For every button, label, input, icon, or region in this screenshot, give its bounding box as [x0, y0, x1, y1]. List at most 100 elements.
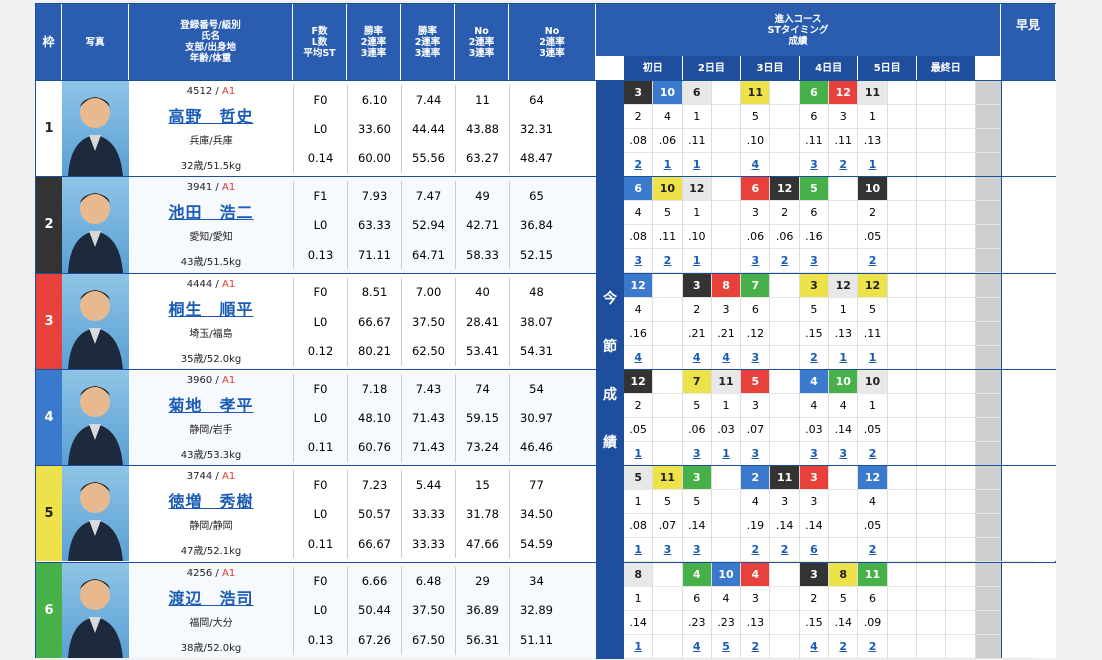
st-timing: .10	[682, 225, 712, 250]
result-link[interactable]: 3	[741, 249, 771, 274]
stat-value: 52.15	[520, 247, 553, 262]
result-link[interactable]: 1	[711, 441, 742, 466]
result-link[interactable]: 1	[624, 441, 654, 466]
racer-reg-sep: /	[212, 86, 222, 97]
header-boat: No 2連率 3連率	[509, 4, 596, 80]
course-badge	[916, 466, 947, 491]
result-link[interactable]: 2	[741, 634, 771, 659]
result-link[interactable]: 2	[858, 249, 888, 274]
course-number	[653, 393, 683, 418]
stat-value: 50.44	[358, 603, 391, 618]
result-link[interactable]: 4	[624, 345, 654, 370]
result-link[interactable]: 1	[829, 345, 859, 370]
result-link[interactable]: 3	[741, 441, 771, 466]
racer-name-link[interactable]: 菊地 孝平	[168, 397, 253, 413]
result-link[interactable]: 2	[741, 538, 771, 563]
result-link[interactable]: 2	[829, 634, 859, 659]
day-tab[interactable]: 最終日	[917, 56, 976, 80]
st-timing: .16	[624, 321, 654, 346]
result-link[interactable]: 1	[624, 634, 654, 659]
racer-photo[interactable]	[62, 562, 129, 658]
result-link[interactable]: 3	[682, 441, 712, 466]
header-course: 進入コース STタイミング 成績	[596, 4, 1001, 56]
result-link[interactable]: 2	[858, 634, 888, 659]
racer-reg-number: 3744	[186, 471, 213, 483]
racer-reg-number: 3960	[186, 374, 213, 386]
result-link[interactable]: 1	[858, 345, 888, 370]
result-link[interactable]: 3	[799, 249, 830, 274]
racer-photo[interactable]	[62, 273, 129, 369]
st-timing	[887, 225, 917, 250]
result-link[interactable]: 2	[858, 538, 888, 563]
day-tab[interactable]: 4日目	[799, 56, 859, 80]
result-link	[711, 249, 742, 274]
racer-name-link[interactable]: 池田 浩二	[168, 205, 253, 221]
result-link[interactable]: 3	[624, 249, 654, 274]
racer-reg-number: 4444	[186, 278, 213, 290]
racer-name-link[interactable]: 桐生 順平	[168, 301, 253, 317]
result-link[interactable]: 2	[770, 538, 800, 563]
racer-photo[interactable]	[62, 177, 129, 273]
result-link[interactable]: 1	[624, 538, 654, 563]
course-number: 1	[682, 201, 712, 226]
racer-age-weight: 47歳/52.1kg	[180, 546, 242, 558]
racer-name-link[interactable]: 高野 哲史	[168, 109, 253, 125]
racer-national-rates: 6.10 33.60 60.00	[347, 85, 401, 173]
result-link[interactable]: 2	[829, 153, 859, 177]
racer-local-rates: 5.44 33.33 33.33	[401, 470, 455, 559]
st-timing: .11	[682, 129, 712, 153]
course-number: 3	[770, 490, 800, 515]
result-link[interactable]: 4	[682, 345, 712, 370]
result-link[interactable]: 1	[682, 249, 712, 274]
course-badge: 6	[624, 177, 654, 202]
racer-name-link[interactable]: 徳増 秀樹	[168, 494, 253, 510]
day-tab[interactable]: 初日	[624, 56, 683, 80]
racer-name-link[interactable]: 渡辺 浩司	[168, 590, 253, 606]
result-link[interactable]: 6	[799, 538, 830, 563]
result-link[interactable]: 4	[711, 345, 742, 370]
stat-value: 7.18	[361, 381, 388, 396]
result-link	[916, 538, 947, 563]
result-link[interactable]: 3	[741, 345, 771, 370]
stat-value: 43.88	[466, 121, 499, 136]
result-link[interactable]: 4	[682, 634, 712, 659]
result-link[interactable]: 3	[799, 441, 830, 466]
course-badge	[916, 177, 947, 202]
result-link[interactable]: 1	[653, 153, 683, 177]
day-tab[interactable]: 3日目	[741, 56, 800, 80]
racer-photo[interactable]	[62, 81, 129, 177]
course-number	[887, 393, 917, 418]
result-link[interactable]: 2	[799, 345, 830, 370]
result-link[interactable]: 5	[711, 634, 742, 659]
racer-reg-class: 4512 / A1	[187, 85, 235, 98]
header-boat-line: 2連率	[539, 36, 565, 48]
racer-national-rates: 7.18 48.10 60.76	[347, 373, 401, 462]
racer-motor-rates: 15 31.78 47.66	[455, 470, 509, 559]
day-tab[interactable]: 5日目	[858, 56, 917, 80]
racer-class: A1	[221, 278, 236, 290]
st-timing: .14	[829, 610, 859, 635]
result-link[interactable]: 4	[741, 153, 771, 177]
st-timing	[887, 514, 917, 539]
result-link[interactable]: 1	[858, 153, 888, 177]
racer-reg-class: 3960 / A1	[187, 374, 235, 387]
day-tab[interactable]: 2日目	[682, 56, 742, 80]
result-link[interactable]: 3	[682, 538, 712, 563]
result-link[interactable]: 3	[653, 538, 683, 563]
racer-f-l-st: F1 L0 0.13	[293, 181, 347, 270]
racer-photo[interactable]	[62, 466, 129, 562]
result-link[interactable]: 3	[829, 441, 859, 466]
result-link[interactable]: 2	[770, 249, 800, 274]
racer-photo[interactable]	[62, 369, 129, 466]
result-link[interactable]: 4	[799, 634, 830, 659]
result-link[interactable]: 3	[799, 153, 830, 177]
racer-branch: 静岡/岩手	[189, 424, 233, 436]
racer-info: 3960 / A1 菊地 孝平 静岡/岩手 43歳/53.3kg	[129, 374, 293, 462]
result-link[interactable]: 2	[653, 249, 683, 274]
result-link[interactable]: 2	[624, 153, 654, 177]
result-link[interactable]: 2	[858, 441, 888, 466]
st-timing: .13	[829, 321, 859, 346]
course-number: 4	[624, 201, 654, 226]
header-result-line: 成績	[788, 35, 808, 47]
result-link[interactable]: 1	[682, 153, 712, 177]
